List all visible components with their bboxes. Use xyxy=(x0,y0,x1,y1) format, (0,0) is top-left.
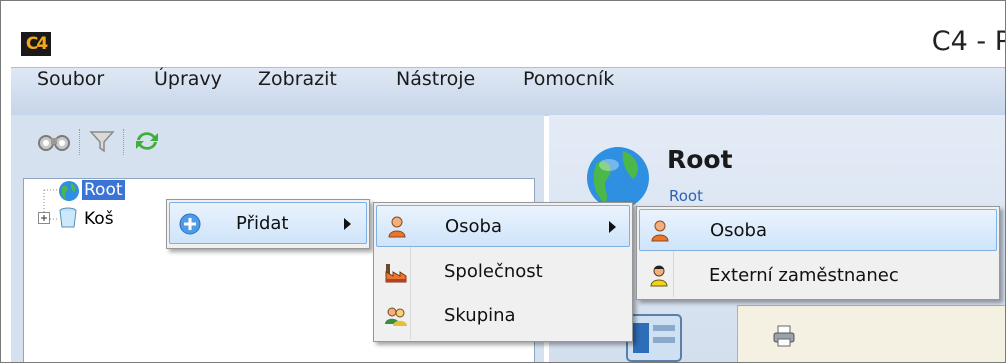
group-icon xyxy=(385,307,407,326)
context-menu: Přidat xyxy=(166,199,370,249)
detail-toolbar-box xyxy=(737,305,1005,362)
detail-subtitle[interactable]: Root xyxy=(669,187,703,205)
expand-icon[interactable] xyxy=(38,212,50,224)
refresh-icon[interactable] xyxy=(133,129,161,153)
menu-pomocnik[interactable]: Pomocník xyxy=(523,68,614,116)
toolbar-separator xyxy=(123,129,126,155)
menu-item-external-employee-label: Externí zaměstnanec xyxy=(709,265,899,286)
person-submenu: Osoba Externí zaměstnanec xyxy=(636,206,1000,300)
external-person-icon xyxy=(650,265,668,287)
toolbar-separator xyxy=(79,129,82,155)
menu-item-person-internal[interactable]: Osoba xyxy=(639,209,997,251)
menu-zobrazit[interactable]: Zobrazit xyxy=(258,68,337,116)
menu-item-company-label: Společnost xyxy=(444,261,543,282)
factory-icon xyxy=(385,264,407,283)
tree-node-root[interactable]: Root xyxy=(82,180,125,200)
add-icon xyxy=(179,213,201,235)
title-bar: C4 C4 - P xyxy=(1,1,1005,67)
app-window: C4 C4 - P Soubor Úpravy Zobrazit Nástroj… xyxy=(0,0,1006,363)
menu-soubor[interactable]: Soubor xyxy=(37,68,104,116)
add-submenu: Osoba Společnost Skupina xyxy=(373,202,633,342)
menu-item-company[interactable]: Společnost xyxy=(376,251,630,293)
filter-icon[interactable] xyxy=(89,129,115,153)
person-icon xyxy=(651,220,669,242)
tree-toolbar xyxy=(11,115,544,173)
card-icon xyxy=(626,314,682,362)
menu-item-person-internal-label: Osoba xyxy=(710,220,768,241)
tree-node-trash[interactable]: Koš xyxy=(84,209,114,229)
menu-item-external-employee[interactable]: Externí zaměstnanec xyxy=(639,255,997,297)
globe-icon xyxy=(59,181,79,201)
menu-item-group[interactable]: Skupina xyxy=(376,295,630,337)
app-logo: C4 xyxy=(21,32,51,56)
menu-item-add-label: Přidat xyxy=(236,213,289,234)
window-title: C4 - P xyxy=(931,26,1006,57)
menu-item-group-label: Skupina xyxy=(444,305,516,326)
menu-item-person-label: Osoba xyxy=(445,216,503,237)
menu-item-person[interactable]: Osoba xyxy=(376,205,630,247)
menu-item-add[interactable]: Přidat xyxy=(169,202,367,244)
submenu-arrow-icon xyxy=(344,218,351,230)
menu-nastroje[interactable]: Nástroje xyxy=(396,68,475,116)
trash-icon xyxy=(59,207,77,228)
menu-bar: Soubor Úpravy Zobrazit Nástroje Pomocník xyxy=(11,67,1005,116)
person-icon xyxy=(388,216,406,238)
detail-title: Root xyxy=(667,145,733,174)
menu-upravy[interactable]: Úpravy xyxy=(154,68,222,116)
submenu-arrow-icon xyxy=(609,221,616,233)
printer-icon[interactable] xyxy=(772,324,796,348)
binoculars-icon[interactable] xyxy=(37,129,71,153)
